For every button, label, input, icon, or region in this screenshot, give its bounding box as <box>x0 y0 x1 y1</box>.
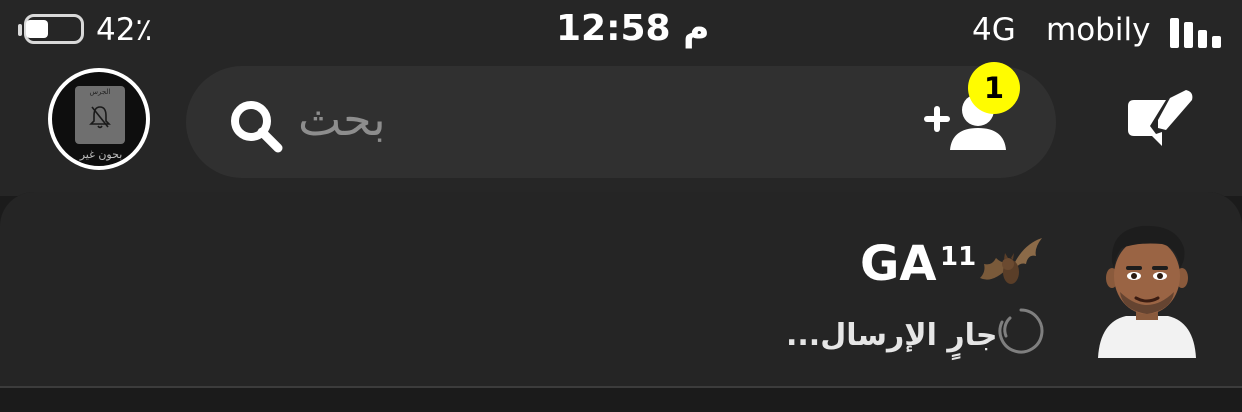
network-type: 4G <box>972 12 1016 48</box>
contact-superscript: 11 <box>940 242 977 272</box>
contact-name: GA <box>860 236 937 292</box>
battery-icon <box>18 14 86 48</box>
battery-percent: 42٪ <box>96 12 153 48</box>
signal-strength-icon <box>1170 12 1226 48</box>
search-placeholder[interactable]: بحث <box>298 92 386 146</box>
search-icon[interactable] <box>226 96 286 156</box>
status-bar: 42٪ 12:58 م 4G mobily <box>0 0 1242 66</box>
chat-row[interactable] <box>0 192 1242 388</box>
story-thumbnail: الجرس <box>75 86 125 144</box>
profile-avatar-button[interactable]: الجرس بحون غير <box>48 68 150 170</box>
new-chat-icon[interactable] <box>1122 86 1198 154</box>
sending-spinner-icon <box>998 308 1044 354</box>
story-thumbnail-text: الجرس <box>89 88 111 96</box>
bat-emoji-icon <box>980 238 1042 284</box>
clock-time: 12:58 م <box>556 8 710 49</box>
message-status: جارٍ الإرسال... <box>786 318 998 353</box>
carrier-name: mobily <box>1046 12 1151 48</box>
friend-requests-badge[interactable]: 1 <box>968 62 1020 114</box>
row-divider <box>0 386 1242 388</box>
bitmoji-avatar[interactable] <box>1092 218 1202 358</box>
bell-slash-icon <box>89 106 111 129</box>
story-caption: بحون غير <box>79 148 123 161</box>
